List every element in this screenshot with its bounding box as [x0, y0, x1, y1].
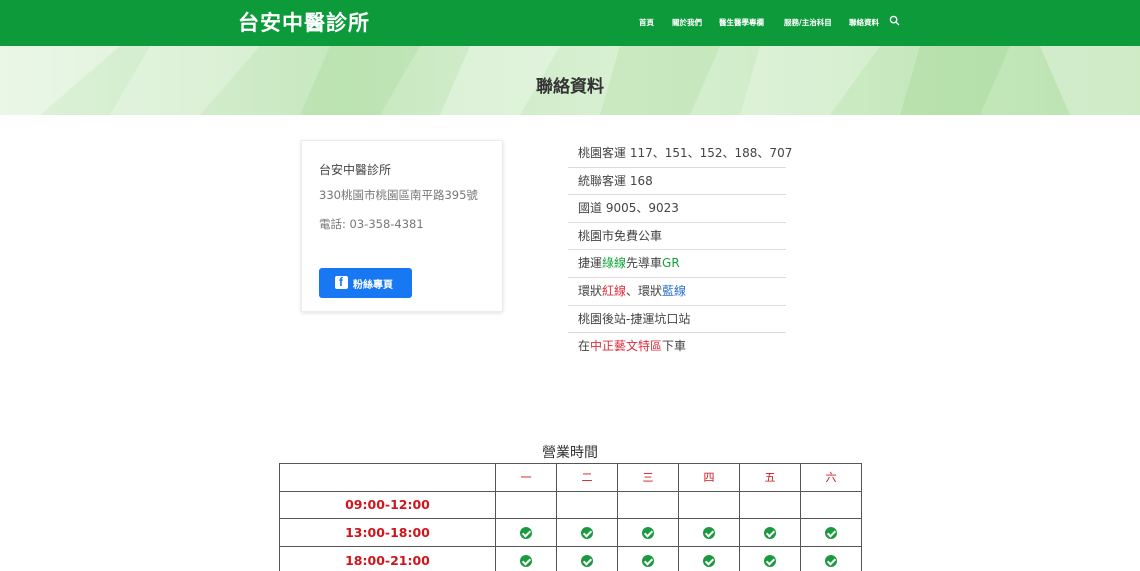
check-circle-icon [581, 555, 593, 568]
check-circle-icon [642, 555, 654, 568]
transit-text-segment: 捷運 [578, 256, 603, 271]
transit-item: 環狀紅線、環狀藍線 [568, 278, 786, 306]
facebook-button-label: 粉絲專頁 [353, 280, 393, 291]
hours-cell [800, 545, 862, 571]
transit-text-segment: 統聯客運 168 [578, 173, 653, 188]
transit-text-segment: 在 [578, 339, 591, 354]
check-circle-icon [581, 527, 593, 540]
transit-item: 桃園後站-捷運坑口站 [568, 306, 786, 334]
hours-header-blank [279, 463, 496, 492]
transit-item: 桃園市免費公車 [568, 223, 786, 251]
nav-item-home[interactable]: 首頁 [639, 17, 654, 28]
day-header: 四 [678, 463, 740, 492]
transit-info-list: 桃園客運 117、151、152、188、707 統聯客運 168 國道 9005、… [568, 140, 792, 361]
clinic-address: 330桃園市桃園區南平路395號 [319, 188, 478, 202]
check-circle-icon [703, 527, 715, 540]
hours-cell [556, 518, 618, 547]
check-circle-icon [520, 555, 532, 568]
time-slot: 09:00-12:00 [279, 490, 496, 520]
contact-card: 台安中醫診所 330桃園市桃園區南平路395號 電話: 03-358-4381 … [301, 140, 503, 312]
transit-text-segment: 中正藝文特區 [590, 339, 663, 354]
hours-cell [495, 518, 557, 547]
transit-text-segment: 、環狀 [626, 283, 663, 298]
time-slot: 13:00-18:00 [279, 518, 496, 547]
check-circle-icon [642, 527, 654, 540]
hours-cell [556, 490, 618, 520]
day-header: 五 [739, 463, 801, 492]
time-slot: 18:00-21:00 [279, 545, 496, 571]
transit-item: 國道 9005、9023 [568, 195, 786, 223]
facebook-fanpage-button[interactable]: f 粉絲專頁 [319, 268, 412, 298]
transit-text-segment: 下車 [662, 339, 687, 354]
hours-cell [739, 545, 801, 571]
check-circle-icon [764, 555, 776, 568]
transit-text-segment: 桃園市免費公車 [578, 228, 663, 243]
clinic-phone: 電話: 03-358-4381 [319, 217, 424, 231]
hours-cell [556, 545, 618, 571]
nav-item-doctor-column[interactable]: 醫生醫學專欄 [719, 17, 764, 28]
transit-text-segment: 國道 9005、9023 [578, 201, 679, 216]
nav-item-about[interactable]: 關於我們 [672, 17, 702, 28]
day-header: 三 [617, 463, 679, 492]
hours-cell [678, 518, 740, 547]
page-banner: 聯絡資料 [0, 46, 1140, 115]
hours-cell [617, 518, 679, 547]
hours-cell [495, 490, 557, 520]
check-circle-icon [764, 527, 776, 540]
business-hours-table: 一二三四五六 09:00-12:00 13:00-18:00 18:00-21:00 [279, 463, 862, 571]
transit-item: 統聯客運 168 [568, 168, 786, 196]
hours-cell [800, 518, 862, 547]
day-header: 一 [495, 463, 557, 492]
check-circle-icon [703, 555, 715, 568]
transit-item: 在中正藝文特區下車 [568, 333, 786, 361]
hours-cell [739, 490, 801, 520]
page-title: 聯絡資料 [536, 77, 604, 97]
transit-text-segment: GR [662, 256, 680, 271]
facebook-icon: f [335, 275, 348, 289]
transit-text-segment: 藍線 [662, 283, 687, 298]
transit-text-segment: 綠線 [602, 256, 627, 271]
day-header: 二 [556, 463, 618, 492]
hours-cell [617, 490, 679, 520]
transit-text-segment: 桃園後站-捷運坑口站 [578, 311, 691, 326]
transit-item: 捷運綠線先導車GR [568, 250, 786, 278]
hours-title: 營業時間 [542, 445, 598, 461]
check-circle-icon [825, 527, 837, 540]
day-header: 六 [800, 463, 862, 492]
hours-row: 09:00-12:00 [279, 490, 862, 520]
transit-text-segment: 紅線 [602, 283, 627, 298]
hours-cell [678, 490, 740, 520]
transit-text-segment: 桃園客運 117、151、152、188、707 [578, 146, 793, 160]
nav-item-contact[interactable]: 聯絡資料 [849, 17, 879, 28]
transit-text-segment: 先導車 [626, 256, 663, 271]
hours-row: 13:00-18:00 [279, 518, 862, 547]
transit-item: 桃園客運 117、151、152、188、707 [568, 140, 792, 168]
hours-cell [739, 518, 801, 547]
transit-text-segment: 環狀 [578, 283, 603, 298]
hours-cell [617, 545, 679, 571]
search-icon[interactable] [889, 15, 900, 26]
hours-row: 18:00-21:00 [279, 545, 862, 571]
main-nav: 首頁 關於我們 醫生醫學專欄 服務/主治科目 聯絡資料 [0, 17, 1140, 29]
nav-item-services[interactable]: 服務/主治科目 [784, 17, 832, 28]
top-navbar: 台安中醫診所 首頁 關於我們 醫生醫學專欄 服務/主治科目 聯絡資料 [0, 0, 1140, 46]
hours-cell [678, 545, 740, 571]
hours-cell [495, 545, 557, 571]
hours-cell [800, 490, 862, 520]
check-circle-icon [520, 527, 532, 540]
clinic-name: 台安中醫診所 [319, 163, 392, 177]
check-circle-icon [825, 555, 837, 568]
